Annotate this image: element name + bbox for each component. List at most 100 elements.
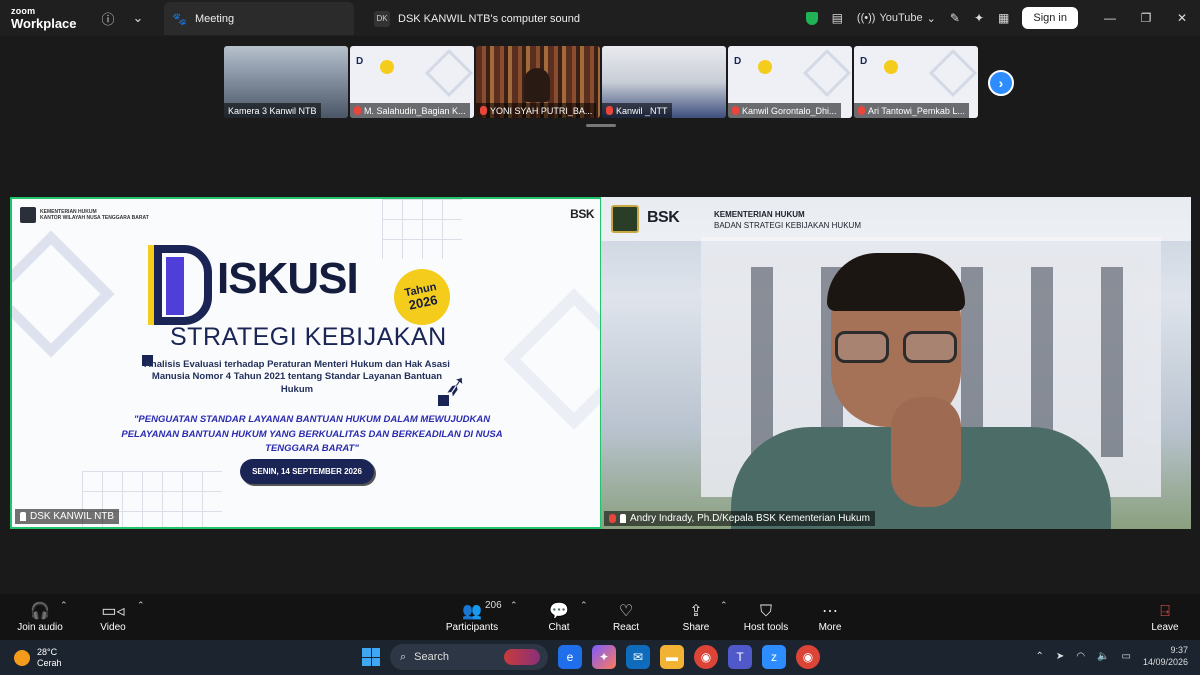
restore-icon[interactable]: ❐	[1128, 0, 1164, 36]
react-button[interactable]: ♡ React	[610, 594, 642, 640]
speaker-video-feed	[731, 253, 1131, 529]
more-button[interactable]: ⋯ More	[814, 594, 846, 640]
info-icon[interactable]: ⓘ	[94, 0, 122, 36]
video-button[interactable]: ▭◃ Video	[92, 594, 134, 640]
dk-avatar-badge: DK	[374, 10, 390, 27]
battery-icon[interactable]: ▭	[1122, 651, 1131, 662]
shield-icon: ⛉	[759, 602, 772, 620]
taskbar-clock[interactable]: 9:37 14/09/2026	[1143, 644, 1188, 668]
sun-icon	[14, 650, 30, 667]
chat-button[interactable]: 💬 Chat	[544, 594, 574, 640]
next-page-button[interactable]: ›	[988, 70, 1014, 96]
resize-handle[interactable]	[586, 124, 616, 127]
taskbar-search[interactable]: ⌕ Search	[390, 644, 548, 670]
chat-icon: 💬	[549, 602, 569, 620]
chevron-up-icon[interactable]: ⌃	[60, 600, 68, 611]
windows-start-icon[interactable]	[362, 648, 380, 666]
kementerian-emblem-icon	[20, 207, 36, 223]
chevron-up-icon[interactable]: ⌃	[510, 600, 518, 611]
chevron-up-icon[interactable]: ⌃	[720, 600, 728, 611]
chevron-down-icon: ⌄	[926, 12, 936, 25]
chevron-down-icon[interactable]: ⌄	[124, 0, 152, 36]
wifi-icon[interactable]: ◠	[1076, 651, 1085, 662]
chrome-icon[interactable]: ◉	[796, 645, 820, 669]
thumbnail-strip: Kamera 3 Kanwil NTB D M. Salahudin_Bagia…	[224, 46, 978, 118]
logo-workplace-text: Workplace	[11, 16, 77, 31]
participant-thumbnail[interactable]: D M. Salahudin_Bagian K...	[350, 46, 474, 118]
title-bar: zoom Workplace ⓘ ⌄ 🐾 Meeting DK DSK KANW…	[0, 0, 1200, 36]
slide-tagline: "PENGUATAN STANDAR LAYANAN BANTUAN HUKUM…	[121, 414, 503, 455]
edge-icon[interactable]: e	[558, 645, 582, 669]
bsk-logo: BSK	[647, 209, 680, 226]
video-name-label: DSK KANWIL NTB	[15, 509, 120, 524]
host-tools-button[interactable]: ⛉ Host tools	[742, 594, 790, 640]
diskusi-d-logo	[154, 245, 212, 325]
slide-pattern	[12, 230, 115, 358]
chevron-up-icon[interactable]: ⌃	[1036, 651, 1044, 662]
annotate-icon[interactable]: ✎	[943, 0, 967, 36]
mic-muted-icon	[354, 106, 361, 115]
slide-org-header: KEMENTERIAN HUKUM KANTOR WILAYAH NUSA TE…	[20, 207, 149, 223]
zoom-taskbar-icon[interactable]: z	[762, 645, 786, 669]
video-name-label: Andry Indrady, Ph.D/Kepala BSK Kementeri…	[604, 511, 875, 526]
volume-icon[interactable]: 🔈	[1097, 651, 1109, 662]
participant-thumbnail[interactable]: Kanwil _NTT	[602, 46, 726, 118]
share-button[interactable]: ⇪ Share	[680, 594, 712, 640]
copilot-icon[interactable]: ✦	[592, 645, 616, 669]
meeting-controls: 🎧 Join audio ⌃ ▭◃ Video ⌃ 👥 Participants…	[0, 594, 1200, 640]
slide-date: SENIN, 14 SEPTEMBER 2026	[240, 459, 374, 484]
tab-computer-sound[interactable]: DK DSK KANWIL NTB's computer sound	[366, 2, 626, 35]
location-icon[interactable]: ➤	[1056, 651, 1064, 662]
ai-companion-icon[interactable]: ✦	[967, 0, 991, 36]
outlook-icon[interactable]: ✉	[626, 645, 650, 669]
participant-thumbnail[interactable]: Kamera 3 Kanwil NTB	[224, 46, 348, 118]
notes-icon[interactable]: ▤	[825, 0, 850, 36]
slide-pattern	[503, 288, 600, 430]
participant-thumbnail[interactable]: D Ari Tantowi_Pemkab L...	[854, 46, 978, 118]
chevron-up-icon[interactable]: ⌃	[580, 600, 588, 611]
video-tile-speaker[interactable]: BSK KEMENTERIAN HUKUM BADAN STRATEGI KEB…	[601, 197, 1191, 529]
participant-thumbnail[interactable]: YONI SYAH PUTRI_BA...	[476, 46, 600, 118]
youtube-label: YouTube	[879, 12, 923, 24]
participants-icon: 👥	[462, 602, 482, 620]
chevron-up-icon[interactable]: ⌃	[137, 600, 145, 611]
thumbnail-label: M. Salahudin_Bagian K...	[350, 103, 470, 118]
slide-description: Analisis Evaluasi terhadap Peraturan Men…	[144, 359, 450, 395]
teams-icon[interactable]: T	[728, 645, 752, 669]
close-icon[interactable]: ✕	[1164, 0, 1200, 36]
system-tray: ⌃ ➤ ◠ 🔈 ▭ 9:37 14/09/2026	[1036, 644, 1188, 668]
mic-muted-icon	[606, 106, 613, 115]
bsk-logo: BSK	[570, 207, 594, 221]
search-icon: ⌕	[400, 650, 407, 663]
camera-icon: ▭◃	[101, 602, 125, 620]
stream-icon: ((•))	[856, 12, 876, 24]
thumbnail-label: Kanwil Gorontalo_Dhi...	[728, 103, 841, 118]
file-explorer-icon[interactable]: ▬	[660, 645, 684, 669]
minimize-icon[interactable]: —	[1092, 0, 1128, 36]
participant-thumbnail[interactable]: D Kanwil Gorontalo_Dhi...	[728, 46, 852, 118]
windows-taskbar: 28°C Cerah ⌕ Search e ✦ ✉ ▬ ◉ T z ◉ ⌃ ➤ …	[0, 640, 1200, 675]
more-icon: ⋯	[822, 602, 838, 620]
video-tile-dsk-kanwil-ntb[interactable]: KEMENTERIAN HUKUM KANTOR WILAYAH NUSA TE…	[10, 197, 602, 529]
encryption-shield-icon[interactable]	[799, 0, 825, 36]
slide-subtitle: STRATEGI KEBIJAKAN	[170, 323, 447, 351]
weather-widget[interactable]: 28°C Cerah	[14, 647, 62, 670]
tab-meeting[interactable]: 🐾 Meeting	[164, 2, 354, 35]
mic-muted-icon	[609, 514, 616, 523]
apps-grid-icon[interactable]: ▦	[991, 0, 1016, 36]
tab-meeting-label: Meeting	[194, 12, 235, 25]
tab-computer-sound-label: DSK KANWIL NTB's computer sound	[398, 12, 581, 25]
search-highlight-image	[504, 649, 540, 665]
mic-muted-icon	[732, 106, 739, 115]
pin-icon	[620, 514, 626, 523]
kementerian-emblem-icon	[611, 205, 639, 233]
sign-in-button[interactable]: Sign in	[1022, 7, 1078, 29]
chrome-icon[interactable]: ◉	[694, 645, 718, 669]
participants-count: 206	[485, 600, 502, 611]
youtube-stream-button[interactable]: ((•)) YouTube ⌄	[850, 0, 943, 36]
mic-muted-icon	[480, 106, 487, 115]
leave-button[interactable]: ⍈ Leave	[1148, 594, 1182, 640]
zoom-workplace-logo: zoom Workplace	[0, 0, 90, 36]
thumbnail-label: YONI SYAH PUTRI_BA...	[476, 103, 597, 118]
chevron-right-icon: ›	[998, 75, 1004, 91]
